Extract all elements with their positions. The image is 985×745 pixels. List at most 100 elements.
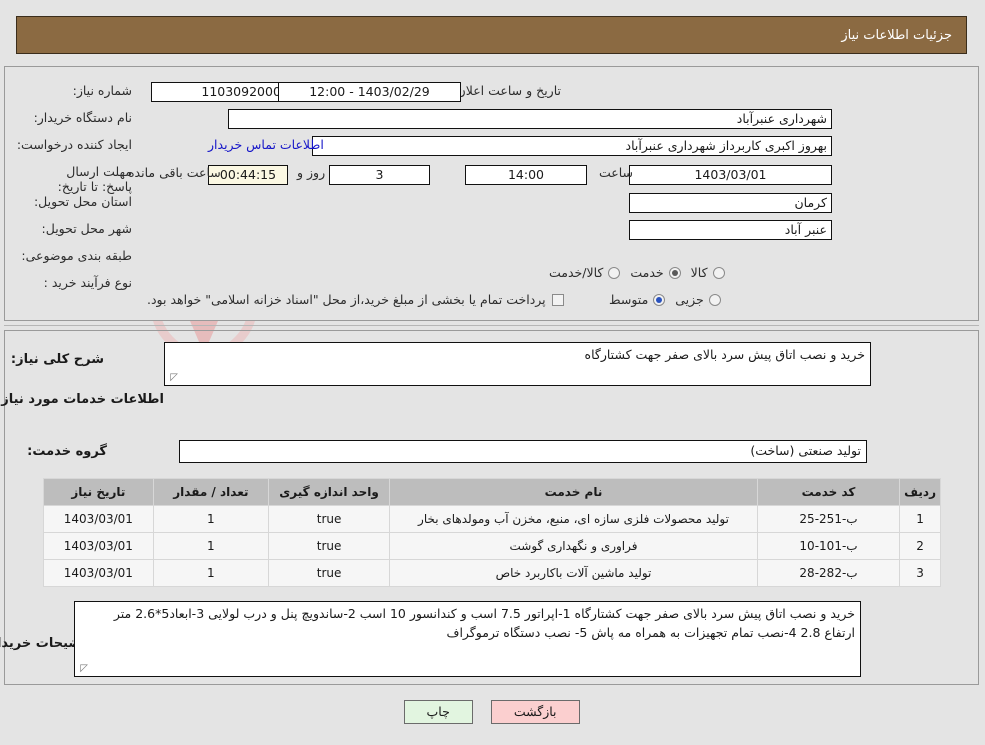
announce-datetime-box-wrap: 1403/02/29 - 12:00 xyxy=(279,82,462,102)
col-qty: تعداد / مقدار xyxy=(153,478,270,506)
cell-code: ب-101-10 xyxy=(757,532,902,560)
back-button[interactable]: بازگشت xyxy=(491,700,581,724)
footer-button-bar: بازگشت چاپ xyxy=(0,700,985,724)
summary-field-wrap: خرید و نصب اتاق پیش سرد بالای صفر جهت کش… xyxy=(165,342,872,386)
announce-datetime-value[interactable]: 1403/02/29 - 12:00 xyxy=(279,82,462,102)
service-group-value: تولید صنعتی (ساخت) xyxy=(751,443,862,458)
cell-date: 1403/03/01 xyxy=(44,505,155,533)
need-info-panel xyxy=(5,66,980,321)
process-label: نوع فرآیند خرید : xyxy=(44,275,133,290)
treasury-checkbox[interactable] xyxy=(552,293,565,306)
province-label-wrap: استان محل تحویل: xyxy=(35,194,133,209)
creator-field-wrap: بهروز اکبری کاربرداز شهرداری عنبرآباد xyxy=(313,136,833,156)
table-header-row: ردیف کد خدمت نام خدمت واحد اندازه گیری ت… xyxy=(44,478,942,506)
category-label-wrap: طبقه بندی موضوعی: xyxy=(22,248,133,263)
services-section-title-wrap: اطلاعات خدمات مورد نیاز xyxy=(2,392,165,407)
cell-unit: true xyxy=(268,505,392,533)
city-value[interactable]: عنبر آباد xyxy=(630,220,833,240)
remaining-time-label: ساعت باقی مانده xyxy=(129,165,222,180)
table-row[interactable]: 3 ب-282-28 تولید ماشین آلات باکاربرد خاص… xyxy=(44,559,942,587)
cell-row: 2 xyxy=(900,532,942,560)
section-divider xyxy=(5,325,980,326)
cell-row: 3 xyxy=(900,559,942,587)
service-group-value-box[interactable]: تولید صنعتی (ساخت) xyxy=(180,440,868,463)
deadline-label-wrap: مهلت ارسال پاسخ: تا تاریخ: xyxy=(37,164,133,194)
province-value[interactable]: کرمان xyxy=(630,193,833,213)
radio-category-kala-khedmat-label: کالا/خدمت xyxy=(550,265,605,280)
service-group-label: گروه خدمت: xyxy=(28,444,108,459)
process-radio-group: جزیی متوسط xyxy=(600,292,722,307)
table-row[interactable]: 2 ب-101-10 فراوری و نگهداری گوشت true 1 … xyxy=(44,532,942,560)
remaining-days-label: روز و xyxy=(298,165,327,180)
category-label: طبقه بندی موضوعی: xyxy=(22,248,133,263)
city-field-wrap: عنبر آباد xyxy=(630,220,833,240)
cell-date: 1403/03/01 xyxy=(44,559,155,587)
col-date: تاریخ نیاز xyxy=(44,478,155,506)
cell-name: تولید محصولات فلزی سازه ای، منبع، مخزن آ… xyxy=(390,505,759,533)
radio-category-kala-khedmat[interactable] xyxy=(609,266,622,279)
resize-grip-icon[interactable]: ◸ xyxy=(79,664,89,674)
radio-process-motevaset[interactable] xyxy=(654,293,667,306)
creator-label-wrap: ایجاد کننده درخواست: xyxy=(18,137,133,152)
cell-row: 1 xyxy=(900,505,942,533)
cell-code: ب-251-25 xyxy=(757,505,902,533)
deadline-hour-value[interactable]: 14:00 xyxy=(466,165,588,185)
services-section-title: اطلاعات خدمات مورد نیاز xyxy=(2,392,165,407)
buyer-org-value[interactable]: شهرداری عنبرآباد xyxy=(229,109,833,129)
summary-label: شرح کلی نیاز: xyxy=(11,352,105,367)
city-label: شهر محل تحویل: xyxy=(42,221,133,236)
radio-category-khedmat[interactable] xyxy=(669,266,682,279)
col-name: نام خدمت xyxy=(390,478,759,506)
page-title-text: جزئیات اطلاعات نیاز xyxy=(842,27,953,43)
summary-value: خرید و نصب اتاق پیش سرد بالای صفر جهت کش… xyxy=(585,347,866,362)
process-label-wrap: نوع فرآیند خرید : xyxy=(45,275,133,290)
treasury-checkbox-label: پرداخت تمام یا بخشی از مبلغ خرید،از محل … xyxy=(148,292,547,307)
buyer-org-field-wrap: شهرداری عنبرآباد xyxy=(229,109,833,129)
cell-unit: true xyxy=(268,559,392,587)
buyer-org-label-wrap: نام دستگاه خریدار: xyxy=(35,110,133,125)
radio-category-kala[interactable] xyxy=(713,266,726,279)
remaining-days-wrap: 3 xyxy=(330,165,431,185)
radio-process-jozei-label: جزیی xyxy=(676,292,705,307)
radio-category-kala-label: کالا xyxy=(691,265,709,280)
buyer-contact-link[interactable]: اطلاعات تماس خریدار xyxy=(209,137,325,152)
cell-code: ب-282-28 xyxy=(757,559,902,587)
need-number-label: شماره نیاز: xyxy=(73,83,133,98)
page-title: جزئیات اطلاعات نیاز xyxy=(17,16,968,54)
service-group-field-wrap: تولید صنعتی (ساخت) xyxy=(180,440,868,463)
deadline-label: مهلت ارسال پاسخ: تا تاریخ: xyxy=(58,164,133,194)
service-group-label-wrap: گروه خدمت: xyxy=(28,444,108,459)
page-root: AriaTender.net جزئیات اطلاعات نیاز شماره… xyxy=(0,0,985,745)
cell-qty: 1 xyxy=(153,559,270,587)
col-unit: واحد اندازه گیری xyxy=(268,478,392,506)
creator-value[interactable]: بهروز اکبری کاربرداز شهرداری عنبرآباد xyxy=(313,136,833,156)
table-row[interactable]: 1 ب-251-25 تولید محصولات فلزی سازه ای، م… xyxy=(44,505,942,533)
province-label: استان محل تحویل: xyxy=(34,194,133,209)
radio-process-jozei[interactable] xyxy=(709,293,722,306)
need-number-label-wrap: شماره نیاز: xyxy=(74,83,133,98)
services-table: ردیف کد خدمت نام خدمت واحد اندازه گیری ت… xyxy=(44,478,942,587)
treasury-checkbox-group: پرداخت تمام یا بخشی از مبلغ خرید،از محل … xyxy=(148,292,565,307)
creator-label: ایجاد کننده درخواست: xyxy=(17,137,133,152)
buyer-org-label: نام دستگاه خریدار: xyxy=(34,110,133,125)
col-code: کد خدمت xyxy=(757,478,902,506)
print-button[interactable]: چاپ xyxy=(404,700,474,724)
summary-textarea[interactable]: خرید و نصب اتاق پیش سرد بالای صفر جهت کش… xyxy=(165,342,872,386)
buyer-notes-textarea[interactable]: خرید و نصب اتاق پیش سرد بالای صفر جهت کش… xyxy=(75,601,862,677)
deadline-hour-wrap: 14:00 xyxy=(466,165,588,185)
remaining-days-label-wrap: روز و xyxy=(294,165,330,180)
cell-name: فراوری و نگهداری گوشت xyxy=(390,532,759,560)
contact-link-wrap: اطلاعات تماس خریدار xyxy=(209,137,325,152)
resize-grip-icon[interactable]: ◸ xyxy=(169,373,179,383)
deadline-hour-label-wrap: ساعت xyxy=(596,165,638,180)
cell-qty: 1 xyxy=(153,505,270,533)
cell-unit: true xyxy=(268,532,392,560)
col-row: ردیف xyxy=(900,478,942,506)
deadline-date-value[interactable]: 1403/03/01 xyxy=(630,165,833,185)
category-radio-group: کالا خدمت کالا/خدمت xyxy=(540,265,726,280)
province-field-wrap: کرمان xyxy=(630,193,833,213)
remaining-days-value[interactable]: 3 xyxy=(330,165,431,185)
deadline-date-wrap: 1403/03/01 xyxy=(630,165,833,185)
city-label-wrap: شهر محل تحویل: xyxy=(43,221,133,236)
summary-label-wrap: شرح کلی نیاز: xyxy=(12,352,105,367)
